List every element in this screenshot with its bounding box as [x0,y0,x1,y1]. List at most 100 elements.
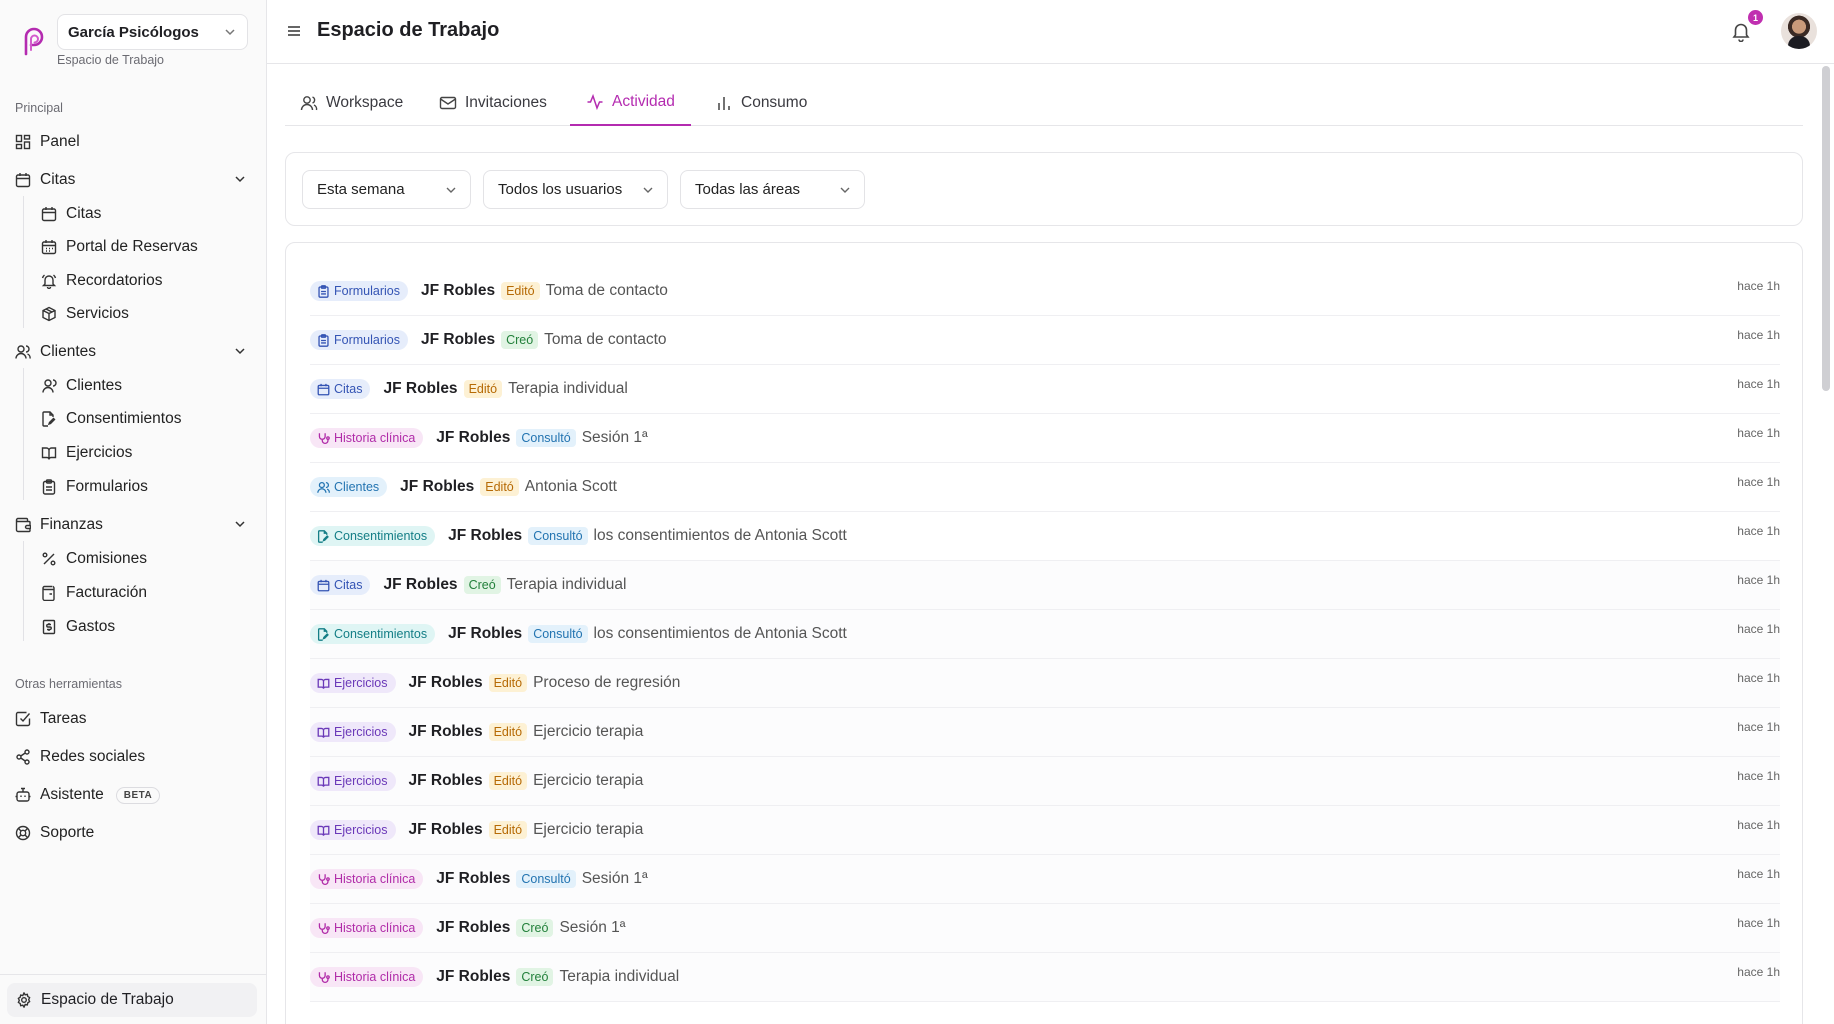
sidebar-item-formularios[interactable]: Formularios [41,473,148,501]
activity-target: Ejercicio terapia [533,723,644,740]
activity-time: hace 1h [1737,573,1780,587]
action-badge: Editó [488,772,528,790]
activity-row[interactable]: Citas JF Robles Editó Terapia individual hac… [310,365,1780,414]
activity-row[interactable]: Ejercicios JF Robles Editó Ejercicio terapi… [310,806,1780,855]
activity-user: JF Robles [421,331,496,348]
sidebar-item-label: Panel [40,133,80,150]
activity-target: Sesión 1ª [581,870,648,887]
sidebar-item-finanzas[interactable]: Finanzas [15,511,251,539]
activity-time: hace 1h [1737,867,1780,881]
activity-row[interactable]: Clientes JF Robles Editó Antonia Scott hace … [310,463,1780,512]
activity-row[interactable]: Historia clínica JF Robles Creó Terapia ind… [310,953,1780,1002]
sidebar-item-label: Recordatorios [66,272,163,289]
sidebar-item-label: Comisiones [66,550,147,567]
activity-row[interactable]: Formularios JF Robles Creó Toma de contacto… [310,316,1780,365]
sidebar-item-portal-reservas[interactable]: Portal de Reservas [41,233,198,261]
activity-row[interactable]: Historia clínica JF Robles Creó Sesión 1ª ha… [310,904,1780,953]
sidebar-item-label: Consentimientos [66,410,182,427]
sidebar-item-gastos[interactable]: Gastos [41,613,115,641]
activity-time: hace 1h [1737,475,1780,489]
sidebar: García Psicólogos Espacio de Trabajo Pri… [0,0,267,1024]
activity-row[interactable]: Formularios JF Robles Editó Toma de contact… [310,267,1780,316]
area-select[interactable]: Todas las áreas [680,170,865,209]
sidebar-item-label: Gastos [66,618,116,635]
chevron-down-icon[interactable] [233,344,247,358]
sidebar-item-ejercicios[interactable]: Ejercicios [41,439,132,467]
bar-chart-icon [715,94,733,112]
menu-icon[interactable] [285,22,303,40]
avatar[interactable] [1781,13,1817,49]
activity-user: JF Robles [436,919,511,936]
scrollbar[interactable] [1822,66,1830,391]
sidebar-item-consentimientos[interactable]: Consentimientos [41,405,181,433]
category-badge: Historia clínica [310,967,424,987]
activity-time: hace 1h [1737,524,1780,538]
tree-line [23,368,24,500]
activity-time: hace 1h [1737,769,1780,783]
category-label: Ejercicios [334,774,388,788]
category-badge: Ejercicios [310,673,396,693]
sidebar-item-recordatorios[interactable]: Recordatorios [41,267,163,295]
sidebar-item-citas[interactable]: Citas [15,166,251,194]
bell-ring-icon [41,273,57,289]
category-label: Historia clínica [334,872,416,886]
activity-row[interactable]: Historia clínica JF Robles Consultó Sesión … [310,414,1780,463]
activity-time: hace 1h [1737,622,1780,636]
tab-invitaciones[interactable]: Invitaciones [439,80,547,126]
sidebar-item-espacio-de-trabajo[interactable]: Espacio de Trabajo [7,983,257,1017]
section-label-otras: Otras herramientas [15,677,122,691]
user-select[interactable]: Todos los usuarios [483,170,668,209]
activity-row[interactable]: Consentimientos JF Robles Consultó los cons… [310,512,1780,561]
sidebar-item-comisiones[interactable]: Comisiones [41,545,147,573]
sidebar-item-redes-sociales[interactable]: Redes sociales [15,743,251,771]
activity-row[interactable]: Historia clínica JF Robles Consultó Sesión … [310,855,1780,904]
activity-time: hace 1h [1737,818,1780,832]
sidebar-item-facturacion[interactable]: Facturación [41,579,147,607]
tab-actividad[interactable]: Actividad [570,80,691,126]
activity-target: Terapia individual [506,576,627,593]
activity-row[interactable]: Consentimientos JF Robles Consultó los cons… [310,610,1780,659]
action-badge: Editó [501,282,540,300]
sidebar-item-asistente[interactable]: Asistente BETA [15,781,251,809]
action-badge: Consultó [528,527,588,545]
settings-tabs: Workspace Invitaciones Actividad Consumo [285,80,1803,126]
activity-user: JF Robles [436,429,511,446]
category-label: Ejercicios [334,823,388,837]
bell-icon[interactable] [1730,20,1752,42]
category-badge: Citas [310,575,371,595]
tab-label: Invitaciones [465,94,547,111]
sidebar-item-clientes-list[interactable]: Clientes [41,372,122,400]
activity-user: JF Robles [383,380,458,397]
date-range-select[interactable]: Esta semana [302,170,471,209]
user-icon [41,378,57,394]
activity-row[interactable]: Ejercicios JF Robles Editó Ejercicio terapi… [310,757,1780,806]
tab-consumo[interactable]: Consumo [715,80,807,126]
sidebar-item-label: Redes sociales [40,748,146,765]
category-label: Clientes [334,480,380,494]
sidebar-item-tareas[interactable]: Tareas [15,705,251,733]
sidebar-item-soporte[interactable]: Soporte [15,819,251,847]
package-icon [41,306,57,322]
sidebar-item-panel[interactable]: Panel [15,128,251,156]
sidebar-item-clientes[interactable]: Clientes [15,338,251,366]
tab-workspace[interactable]: Workspace [300,80,403,126]
activity-time: hace 1h [1737,965,1780,979]
sidebar-item-label: Formularios [66,478,148,495]
activity-row[interactable]: Ejercicios JF Robles Editó Proceso de regre… [310,659,1780,708]
activity-target: Terapia individual [559,968,680,985]
workspace-switcher[interactable]: García Psicólogos [57,14,248,50]
category-badge: Historia clínica [310,918,424,938]
action-badge: Creó [501,331,539,349]
activity-row[interactable]: Citas JF Robles Creó Terapia individual hace… [310,561,1780,610]
stethoscope-icon [317,971,330,984]
workspace-name: García Psicólogos [68,23,199,41]
sidebar-item-label: Soporte [40,824,95,841]
sidebar-footer: Espacio de Trabajo [0,974,266,1024]
chevron-down-icon[interactable] [233,172,247,186]
activity-row[interactable]: Ejercicios JF Robles Editó Ejercicio terapi… [310,708,1780,757]
sidebar-item-citas-list[interactable]: Citas [41,200,101,228]
sidebar-item-servicios[interactable]: Servicios [41,300,129,328]
chevron-down-icon[interactable] [233,517,247,531]
category-badge: Ejercicios [310,820,396,840]
activity-user: JF Robles [408,772,483,789]
